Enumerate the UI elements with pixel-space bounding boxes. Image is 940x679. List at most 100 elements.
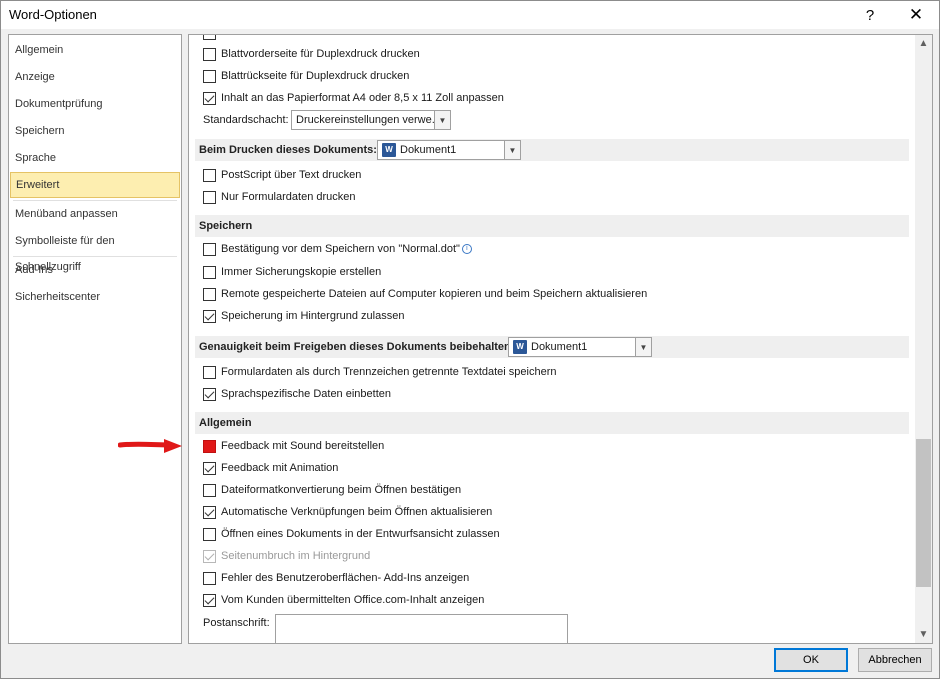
checkbox[interactable]	[203, 242, 216, 256]
checkbox[interactable]	[203, 190, 216, 204]
option-label: Feedback mit Animation	[221, 462, 339, 474]
option-embed-language-data[interactable]: Sprachspezifische Daten einbetten	[203, 384, 391, 404]
section-title: Allgemein	[199, 417, 252, 429]
option-form-data-only[interactable]: Nur Formulardaten drucken	[203, 187, 356, 207]
section-save: Speichern	[195, 215, 909, 237]
fidelity-document-select[interactable]: W Dokument1 ▼	[508, 337, 652, 357]
checkbox[interactable]	[203, 505, 216, 519]
checkbox-row-cut[interactable]	[203, 35, 221, 43]
option-duplex-front[interactable]: Blattvorderseite für Duplexdruck drucken	[203, 44, 420, 64]
option-draft-view[interactable]: Öffnen eines Dokuments in der Entwurfsan…	[203, 524, 500, 544]
close-button[interactable]: ✕	[893, 1, 939, 29]
section-title: Genauigkeit beim Freigeben dieses Dokume…	[199, 341, 515, 353]
option-feedback-animation[interactable]: Feedback mit Animation	[203, 458, 338, 478]
option-label: Fehler des Benutzeroberflächen- Add-Ins …	[221, 572, 470, 584]
dialog-title: Word-Optionen	[9, 7, 97, 22]
option-label: PostScript über Text drucken	[221, 169, 362, 181]
option-remote-files[interactable]: Remote gespeicherte Dateien auf Computer…	[203, 284, 647, 304]
sidebar-item-dokumentpruefung[interactable]: Dokumentprüfung	[9, 91, 181, 117]
option-background-save[interactable]: Speicherung im Hintergrund zulassen	[203, 306, 404, 326]
chevron-down-icon: ▼	[434, 111, 450, 129]
word-document-icon: W	[513, 340, 527, 354]
option-feedback-sound[interactable]: Feedback mit Sound bereitstellen	[203, 436, 384, 456]
option-update-links[interactable]: Automatische Verknüpfungen beim Öffnen a…	[203, 502, 492, 522]
option-label: Vom Kunden übermittelten Office.com-Inha…	[221, 594, 485, 606]
checkbox[interactable]	[203, 461, 216, 475]
option-label: Sprachspezifische Daten einbetten	[221, 388, 391, 400]
checkbox[interactable]	[203, 483, 216, 497]
option-confirm-format-conversion[interactable]: Dateiformatkonvertierung beim Öffnen bes…	[203, 480, 461, 500]
postal-address-input[interactable]	[275, 614, 568, 643]
option-form-data-csv[interactable]: Formulardaten als durch Trennzeichen get…	[203, 362, 557, 382]
postal-address-label: Postanschrift:	[203, 617, 270, 629]
option-postscript[interactable]: PostScript über Text drucken	[203, 165, 361, 185]
ok-button[interactable]: OK	[774, 648, 848, 672]
scrollbar-thumb[interactable]	[916, 439, 931, 587]
sidebar-item-anzeige[interactable]: Anzeige	[9, 64, 181, 90]
option-label: Dateiformatkonvertierung beim Öffnen bes…	[221, 484, 462, 496]
section-title: Beim Drucken dieses Dokuments:	[199, 144, 377, 156]
section-print-document: Beim Drucken dieses Dokuments:	[195, 139, 909, 161]
option-label: Bestätigung vor dem Speichern von "Norma…	[221, 243, 460, 255]
option-confirm-normal-dot[interactable]: Bestätigung vor dem Speichern von "Norma…	[203, 239, 472, 259]
option-backup-copy[interactable]: Immer Sicherungskopie erstellen	[203, 262, 381, 282]
help-button[interactable]: ?	[847, 1, 893, 29]
checkbox[interactable]	[203, 265, 216, 279]
print-document-value: Dokument1	[400, 144, 457, 156]
settings-panel: Blattvorderseite für Duplexdruck drucken…	[188, 34, 933, 644]
option-background-pagination: Seitenumbruch im Hintergrund	[203, 546, 370, 566]
option-label: Inhalt an das Papierformat A4 oder 8,5 x…	[221, 92, 504, 104]
standard-tray-value: Druckereinstellungen verwe...	[296, 114, 441, 126]
checkbox[interactable]	[203, 571, 216, 585]
sidebar-item-addins[interactable]: Add-Ins	[9, 257, 181, 283]
checkbox[interactable]	[203, 287, 216, 301]
sidebar-item-sprache[interactable]: Sprache	[9, 145, 181, 171]
option-duplex-back[interactable]: Blattrückseite für Duplexdruck drucken	[203, 66, 409, 86]
chevron-down-icon: ▼	[504, 141, 520, 159]
cancel-button[interactable]: Abbrechen	[858, 648, 932, 672]
option-label: Remote gespeicherte Dateien auf Computer…	[221, 288, 648, 300]
section-title: Speichern	[199, 220, 253, 232]
checkbox[interactable]	[203, 168, 216, 182]
scroll-up-icon[interactable]: ▲	[915, 35, 932, 52]
section-general: Allgemein	[195, 412, 909, 434]
options-dialog: Word-Optionen ? ✕ Allgemein Anzeige Doku…	[0, 0, 940, 679]
checkbox[interactable]	[203, 439, 216, 453]
word-document-icon: W	[382, 143, 396, 157]
vertical-scrollbar[interactable]: ▲ ▼	[915, 35, 932, 643]
option-addin-errors[interactable]: Fehler des Benutzeroberflächen- Add-Ins …	[203, 568, 469, 588]
checkbox[interactable]	[203, 387, 216, 401]
sidebar-item-menueband[interactable]: Menüband anpassen	[9, 201, 181, 227]
checkbox[interactable]	[203, 365, 216, 379]
standard-tray-select[interactable]: Druckereinstellungen verwe... ▼	[291, 110, 451, 130]
option-scale-a4[interactable]: Inhalt an das Papierformat A4 oder 8,5 x…	[203, 88, 504, 108]
checkbox[interactable]	[203, 309, 216, 323]
sidebar-item-allgemein[interactable]: Allgemein	[9, 37, 181, 63]
option-label: Formulardaten als durch Trennzeichen get…	[221, 366, 557, 378]
option-label: Öffnen eines Dokuments in der Entwurfsan…	[221, 528, 500, 540]
checkbox[interactable]	[203, 47, 216, 61]
sidebar-item-schnellzugriff[interactable]: Symbolleiste für den Schnellzugriff	[9, 228, 181, 273]
chevron-down-icon: ▼	[635, 338, 651, 356]
print-document-select[interactable]: W Dokument1 ▼	[377, 140, 521, 160]
sidebar-item-erweitert[interactable]: Erweitert	[10, 172, 180, 198]
category-sidebar: Allgemein Anzeige Dokumentprüfung Speich…	[8, 34, 182, 644]
info-icon[interactable]: i	[461, 244, 472, 254]
checkbox[interactable]	[203, 69, 216, 83]
option-label: Blattvorderseite für Duplexdruck drucken	[221, 48, 420, 60]
checkbox[interactable]	[203, 35, 216, 40]
option-label: Speicherung im Hintergrund zulassen	[221, 310, 405, 322]
sidebar-item-sicherheitscenter[interactable]: Sicherheitscenter	[9, 284, 181, 310]
sidebar-item-speichern[interactable]: Speichern	[9, 118, 181, 144]
checkbox[interactable]	[203, 527, 216, 541]
option-office-com-content[interactable]: Vom Kunden übermittelten Office.com-Inha…	[203, 590, 484, 610]
option-label: Immer Sicherungskopie erstellen	[221, 266, 382, 278]
option-label: Blattrückseite für Duplexdruck drucken	[221, 70, 410, 82]
fidelity-document-value: Dokument1	[531, 341, 588, 353]
option-label: Feedback mit Sound bereitstellen	[221, 440, 385, 452]
option-label: Nur Formulardaten drucken	[221, 191, 356, 203]
checkbox[interactable]	[203, 91, 216, 105]
standard-tray-label: Standardschacht:	[203, 114, 289, 126]
checkbox[interactable]	[203, 593, 216, 607]
scroll-down-icon[interactable]: ▼	[915, 626, 932, 643]
